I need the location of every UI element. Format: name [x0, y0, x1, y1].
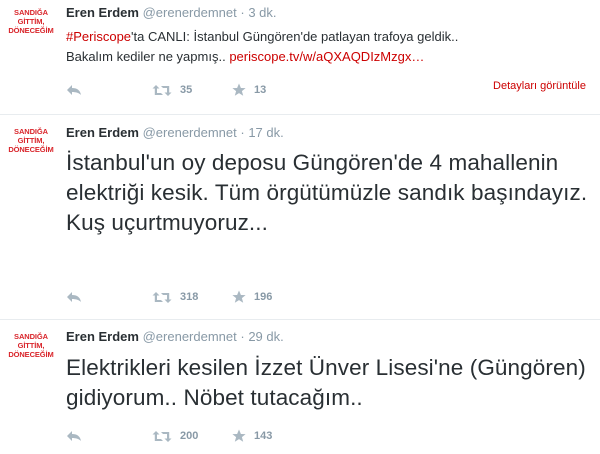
tweet-header: Eren Erdem @erenerdemnet · 17 dk. — [66, 125, 284, 140]
reply-icon — [67, 292, 81, 302]
tweet-1[interactable]: SANDIĞA GİTTİM, DÖNECEĞİM Eren Erdem @er… — [0, 0, 600, 114]
tweet-text: İstanbul'un oy deposu Güngören'de 4 maha… — [66, 150, 588, 235]
avatar-text-line2: GİTTİM, — [17, 136, 45, 145]
tweet-header: Eren Erdem @erenerdemnet · 29 dk. — [66, 329, 284, 344]
author-handle[interactable]: @erenerdemnet — [143, 329, 237, 344]
tweet-text: #Periscope'ta CANLI: İstanbul Güngören'd… — [66, 27, 586, 67]
author-handle[interactable]: @erenerdemnet — [143, 125, 237, 140]
author-name[interactable]: Eren Erdem — [66, 329, 139, 344]
retweet-count: 200 — [180, 430, 199, 442]
avatar[interactable]: SANDIĞA GİTTİM, DÖNECEĞİM — [6, 127, 56, 167]
retweet-icon — [152, 430, 172, 442]
tweet-2[interactable]: SANDIĞA GİTTİM, DÖNECEĞİM Eren Erdem @er… — [0, 114, 600, 319]
retweet-icon — [152, 291, 172, 303]
tweet-text-part: 'ta CANLI: İstanbul Güngören'de patlayan… — [131, 29, 459, 44]
avatar[interactable]: SANDIĞA GİTTİM, DÖNECEĞİM — [6, 8, 56, 48]
retweet-button[interactable]: 35 — [152, 81, 192, 99]
avatar-text-line3: DÖNECEĞİM — [8, 350, 54, 359]
avatar[interactable]: SANDIĞA GİTTİM, DÖNECEĞİM — [6, 332, 56, 372]
tweet-timestamp[interactable]: · 17 dk. — [240, 125, 283, 140]
tweet-header: Eren Erdem @erenerdemnet · 3 dk. — [66, 5, 277, 20]
periscope-link[interactable]: periscope.tv/w/aQXAQDIzMzgx… — [229, 49, 424, 64]
author-name[interactable]: Eren Erdem — [66, 5, 139, 20]
retweet-icon — [152, 84, 172, 96]
favorite-count: 143 — [254, 430, 273, 442]
retweet-count: 318 — [180, 291, 199, 303]
favorite-count: 196 — [254, 291, 273, 303]
avatar-text-line2: GİTTİM, — [17, 341, 45, 350]
tweet-timestamp[interactable]: · 3 dk. — [240, 5, 276, 20]
tweet-timestamp[interactable]: · 29 dk. — [240, 329, 283, 344]
reply-button[interactable] — [66, 288, 82, 306]
avatar-text-line3: DÖNECEĞİM — [8, 145, 54, 154]
avatar-text-line1: SANDIĞA — [14, 332, 48, 341]
star-icon — [232, 429, 246, 442]
avatar-text-line1: SANDIĞA — [14, 8, 48, 17]
avatar-text-line2: GİTTİM, — [17, 17, 45, 26]
avatar-text-line3: DÖNECEĞİM — [8, 26, 54, 35]
view-details-link[interactable]: Detayları görüntüle — [493, 80, 586, 92]
avatar-text-line1: SANDIĞA — [14, 127, 48, 136]
favorite-button[interactable]: 196 — [232, 288, 272, 306]
reply-icon — [67, 85, 81, 95]
tweet-text-part: Bakalım kediler ne yapmış.. — [66, 49, 226, 64]
retweet-button[interactable]: 318 — [152, 288, 198, 306]
retweet-button[interactable]: 200 — [152, 427, 198, 445]
reply-button[interactable] — [66, 427, 82, 445]
favorite-button[interactable]: 13 — [232, 81, 266, 99]
favorite-button[interactable]: 143 — [232, 427, 272, 445]
reply-icon — [67, 431, 81, 441]
hashtag-link[interactable]: #Periscope — [66, 29, 131, 44]
tweet-text: Elektrikleri kesilen İzzet Ünver Lisesi'… — [66, 355, 586, 410]
tweet-3[interactable]: SANDIĞA GİTTİM, DÖNECEĞİM Eren Erdem @er… — [0, 319, 600, 454]
star-icon — [232, 83, 246, 96]
author-name[interactable]: Eren Erdem — [66, 125, 139, 140]
reply-button[interactable] — [66, 81, 82, 99]
author-handle[interactable]: @erenerdemnet — [143, 5, 237, 20]
star-icon — [232, 290, 246, 303]
retweet-count: 35 — [180, 84, 193, 96]
favorite-count: 13 — [254, 84, 267, 96]
